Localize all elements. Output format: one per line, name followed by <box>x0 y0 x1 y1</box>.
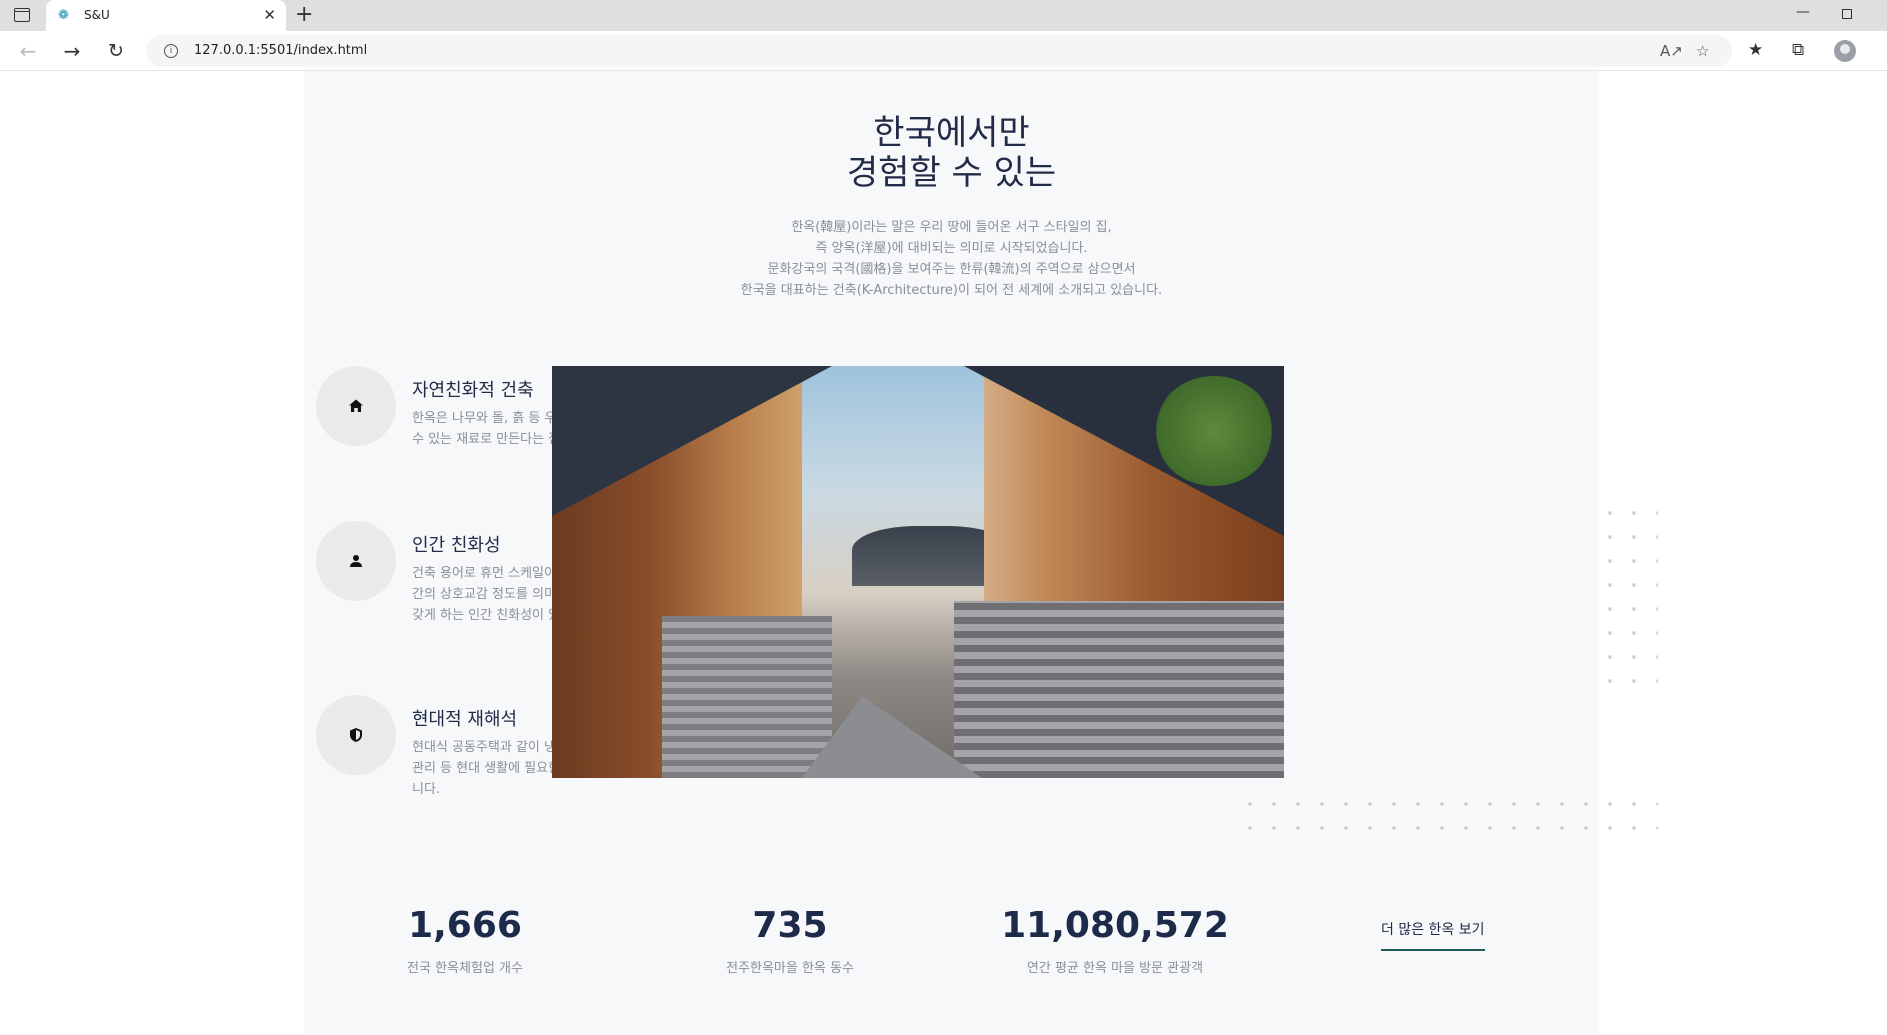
dot-pattern <box>1238 792 1658 848</box>
stat-label: 전국 한옥체험업 개수 <box>407 961 523 976</box>
url-text[interactable]: 127.0.0.1:5501/index.html <box>194 43 367 58</box>
title-line-1: 한국에서만 <box>873 113 1030 153</box>
feature-title: 자연친화적 건축 <box>412 380 534 401</box>
stat-value: 1,666 <box>408 905 522 946</box>
tab-title: S&U <box>84 8 110 22</box>
back-icon[interactable]: ← <box>16 39 40 63</box>
reload-icon[interactable]: ↻ <box>104 39 128 63</box>
intro-text: 한옥(韓屋)이라는 말은 우리 땅에 들어온 서구 스타일의 집, 즉 양옥(洋… <box>304 217 1599 301</box>
read-aloud-icon[interactable]: A↗ <box>1660 42 1683 60</box>
forward-icon[interactable]: → <box>60 39 84 63</box>
stat-label: 전주한옥마을 한옥 동수 <box>726 961 854 976</box>
favicon-icon: ❁ <box>58 8 69 23</box>
page-title: 한국에서만 경험할 수 있는 <box>304 113 1599 193</box>
minimize-icon[interactable]: — <box>1796 4 1810 20</box>
stat-visitors: 11,080,572 연간 평균 한옥 마을 방문 관광객 <box>995 905 1235 976</box>
feature-icon-circle <box>316 366 396 446</box>
close-icon[interactable]: ✕ <box>263 6 276 24</box>
intro-line: 한옥(韓屋)이라는 말은 우리 땅에 들어온 서구 스타일의 집, <box>791 220 1112 235</box>
address-bar[interactable]: i 127.0.0.1:5501/index.html A↗ ☆ <box>146 35 1732 67</box>
person-icon <box>350 555 362 567</box>
info-icon[interactable]: i <box>164 44 178 58</box>
page: 한국에서만 경험할 수 있는 한옥(韓屋)이라는 말은 우리 땅에 들어온 서구… <box>0 71 1887 1035</box>
stat-experience-count: 1,666 전국 한옥체험업 개수 <box>385 905 545 976</box>
profile-icon[interactable] <box>1834 40 1856 62</box>
new-tab-icon[interactable]: + <box>295 3 313 27</box>
stat-jeonju-count: 735 전주한옥마을 한옥 동수 <box>690 905 890 976</box>
intro-line: 한국을 대표하는 건축(K-Architecture)이 되어 전 세계에 소개… <box>740 283 1163 298</box>
feature-title: 현대적 재해석 <box>412 709 518 730</box>
feature-title: 인간 친화성 <box>412 535 501 556</box>
hanok-village-photo <box>552 366 1284 778</box>
intro-line: 즉 양옥(洋屋)에 대비되는 의미로 시작되었습니다. <box>815 241 1088 256</box>
favorite-add-icon[interactable]: ☆ <box>1696 42 1709 60</box>
shield-icon <box>350 728 362 742</box>
stat-value: 11,080,572 <box>1001 905 1229 946</box>
stat-label: 연간 평균 한옥 마을 방문 관광객 <box>1026 961 1204 976</box>
feature-icon-circle <box>316 521 396 601</box>
stat-value: 735 <box>752 905 828 946</box>
feature-icon-circle <box>316 695 396 775</box>
home-icon <box>349 399 363 412</box>
collections-icon[interactable]: ⧉ <box>1792 40 1804 60</box>
tab-bar: ❁ S&U ✕ + — <box>0 0 1887 31</box>
more-hanok-link[interactable]: 더 많은 한옥 보기 <box>1381 919 1485 951</box>
favorites-icon[interactable]: ★ <box>1748 40 1763 60</box>
maximize-icon[interactable] <box>1842 9 1852 19</box>
browser-toolbar: ← → ↻ i 127.0.0.1:5501/index.html A↗ ☆ ★… <box>0 31 1887 71</box>
intro-line: 문화강국의 국격(國格)을 보여주는 한류(韓流)의 주역으로 삼으면서 <box>767 262 1136 277</box>
title-line-2: 경험할 수 있는 <box>846 153 1057 193</box>
browser-tab[interactable]: ❁ S&U ✕ <box>46 0 286 31</box>
dot-pattern <box>1598 501 1658 701</box>
sidebar-toggle-icon[interactable] <box>14 8 30 22</box>
